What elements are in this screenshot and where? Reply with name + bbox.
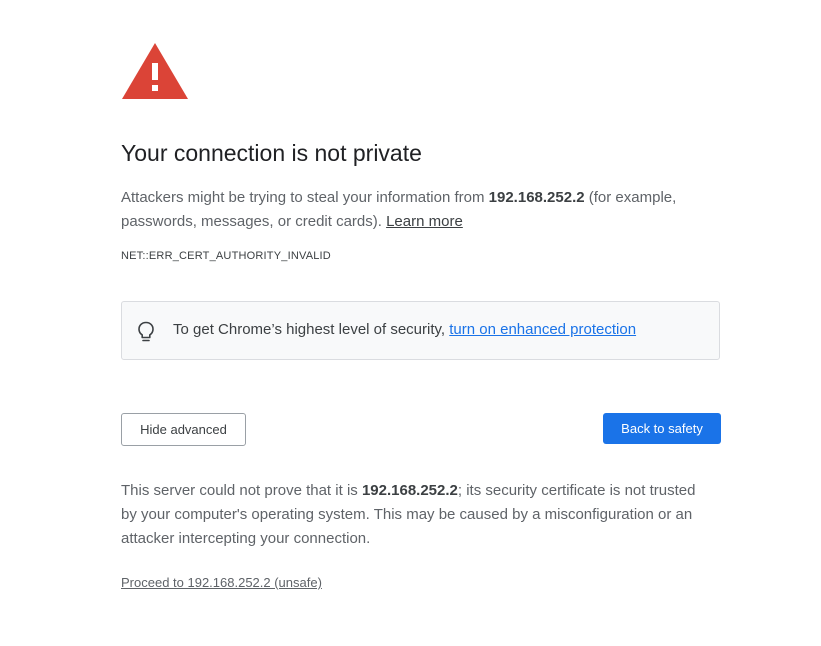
learn-more-link[interactable]: Learn more — [386, 213, 463, 230]
details-prefix: This server could not prove that it is — [121, 482, 362, 499]
enhanced-protection-prompt: To get Chrome’s highest level of securit… — [173, 321, 450, 338]
proceed-unsafe-link[interactable]: Proceed to 192.168.252.2 (unsafe) — [121, 575, 322, 590]
details-text: This server could not prove that it is 1… — [121, 479, 711, 551]
host-name: 192.168.252.2 — [488, 189, 585, 206]
error-code: NET::ERR_CERT_AUTHORITY_INVALID — [121, 250, 331, 262]
enhanced-protection-link[interactable]: turn on enhanced protection — [449, 321, 636, 338]
enhanced-protection-text: To get Chrome’s highest level of securit… — [173, 321, 636, 338]
enhanced-protection-box: To get Chrome’s highest level of securit… — [121, 301, 720, 360]
back-to-safety-button[interactable]: Back to safety — [603, 413, 721, 444]
page-title: Your connection is not private — [121, 140, 422, 166]
interstitial-page: Your connection is not private Attackers… — [0, 0, 821, 646]
lightbulb-icon — [138, 321, 154, 342]
hide-advanced-button[interactable]: Hide advanced — [121, 413, 246, 446]
explanation-prefix: Attackers might be trying to steal your … — [121, 189, 489, 206]
details-host-name: 192.168.252.2 — [361, 482, 458, 499]
warning-triangle-icon — [122, 43, 188, 99]
explanation-text: Attackers might be trying to steal your … — [121, 186, 721, 234]
